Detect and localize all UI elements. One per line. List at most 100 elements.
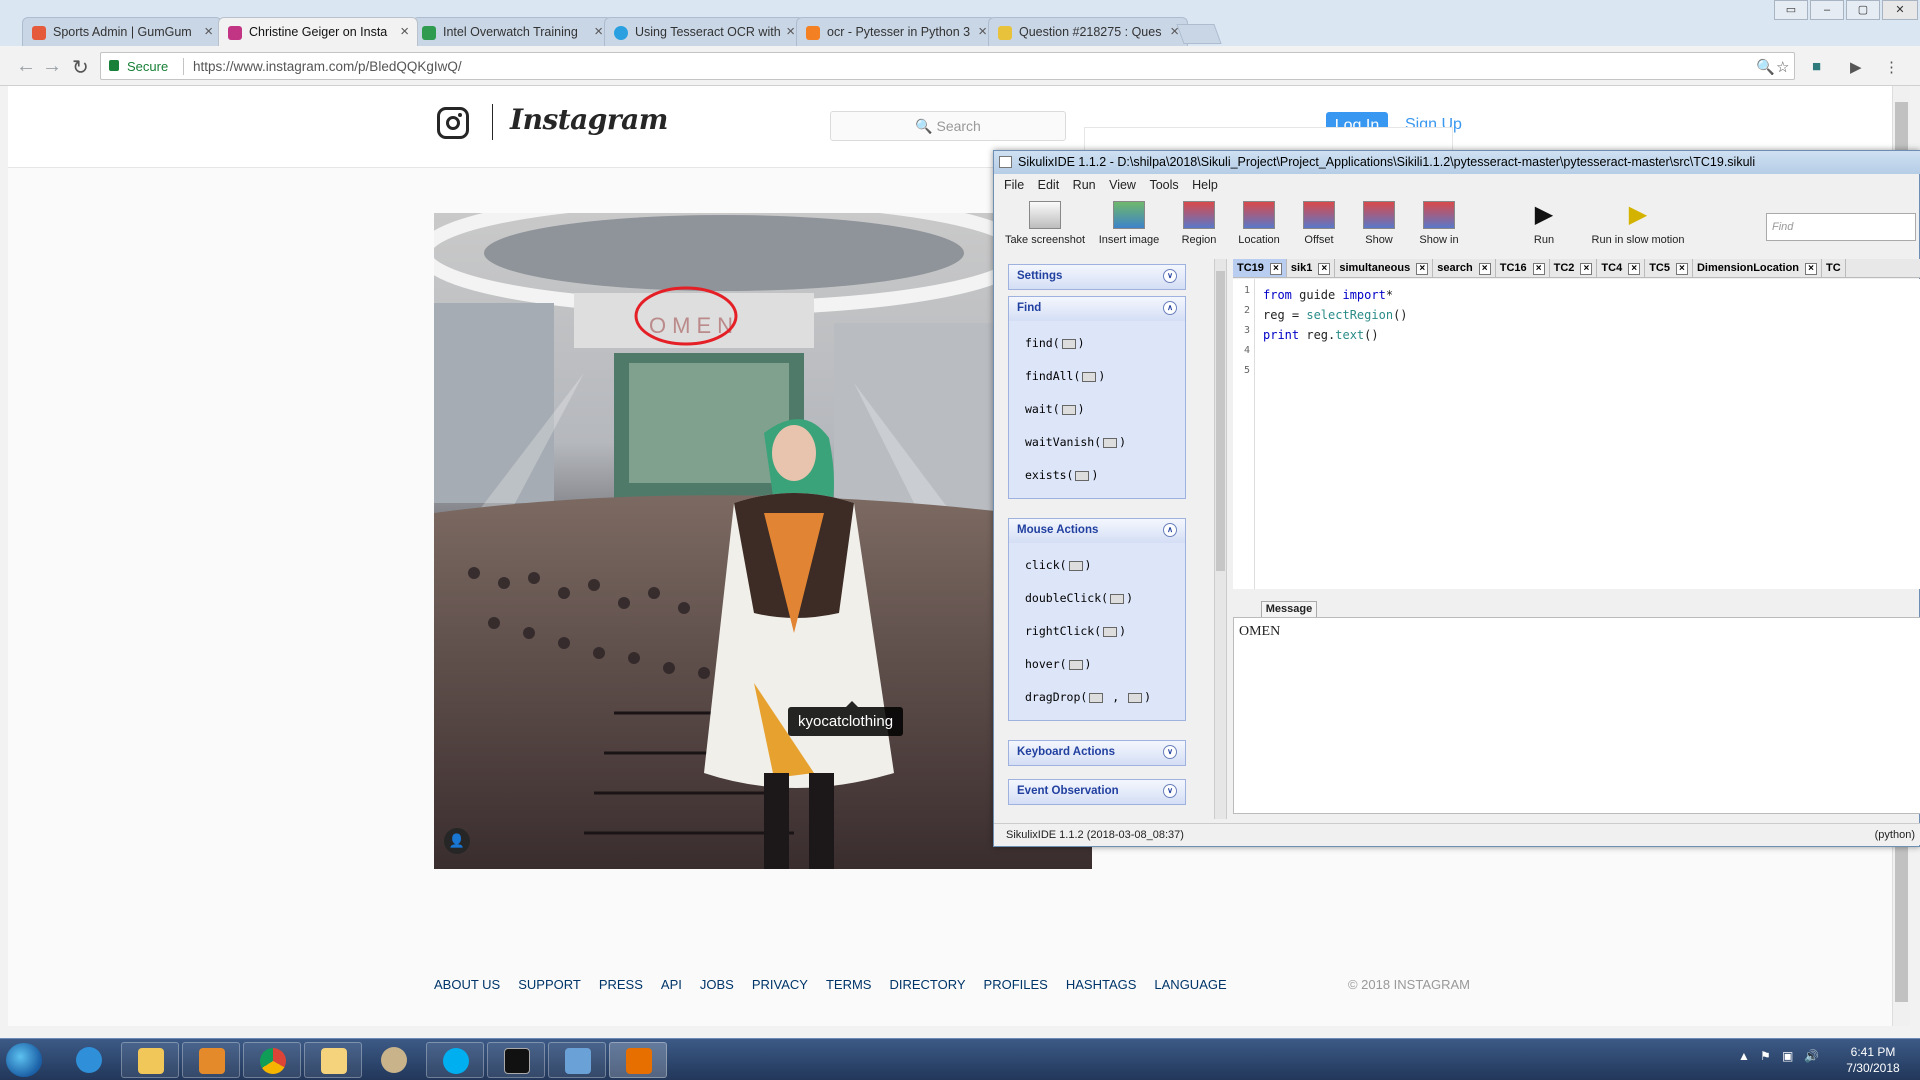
tab-tc-overflow[interactable]: TC — [1822, 259, 1846, 277]
taskbar-paint[interactable] — [365, 1042, 423, 1078]
footer-link-jobs[interactable]: JOBS — [700, 977, 734, 992]
close-tab-icon[interactable]: × — [1805, 263, 1818, 275]
tab-search[interactable]: search × — [1433, 259, 1496, 277]
reload-icon[interactable]: ↻ — [72, 55, 89, 80]
run-button[interactable]: ▶ Run — [1524, 201, 1564, 246]
location-button[interactable]: Location — [1234, 201, 1284, 246]
tab-tc19[interactable]: TC19 × — [1233, 259, 1287, 277]
menu-help[interactable]: Help — [1192, 178, 1218, 192]
minimize-button[interactable]: – — [1810, 0, 1844, 20]
tab-dimensionlocation[interactable]: DimensionLocation × — [1693, 259, 1823, 277]
tab-tc5[interactable]: TC5 × — [1645, 259, 1693, 277]
close-tab-icon[interactable]: × — [1478, 263, 1491, 275]
footer-link-privacy[interactable]: PRIVACY — [752, 977, 808, 992]
taskbar-cmd[interactable] — [487, 1042, 545, 1078]
footer-link-profiles[interactable]: PROFILES — [984, 977, 1048, 992]
user-profile-button[interactable]: ▭ — [1774, 0, 1808, 20]
footer-link-support[interactable]: SUPPORT — [518, 977, 581, 992]
forward-arrow-icon[interactable]: → — [42, 55, 62, 78]
cmd-wait[interactable]: wait() — [1025, 393, 1185, 426]
cmd-exists[interactable]: exists() — [1025, 459, 1185, 492]
offset-button[interactable]: Offset — [1294, 201, 1344, 246]
collapse-chevron-icon[interactable]: ∧ — [1163, 301, 1177, 315]
footer-link-about[interactable]: ABOUT US — [434, 977, 500, 992]
network-icon[interactable]: ▣ — [1782, 1049, 1793, 1063]
tab-close-icon[interactable]: × — [978, 23, 987, 40]
close-window-button[interactable]: ✕ — [1882, 0, 1918, 20]
photo-user-tag[interactable]: kyocatclothing — [788, 701, 904, 736]
action-center-flag-icon[interactable]: ⚑ — [1760, 1049, 1771, 1063]
new-tab-button[interactable] — [1176, 24, 1222, 44]
taskbar-clock[interactable]: 6:41 PM 7/30/2018 — [1838, 1044, 1908, 1076]
close-tab-icon[interactable]: × — [1675, 263, 1688, 275]
address-bar[interactable]: Secure https://www.instagram.com/p/BledQ… — [100, 52, 1795, 80]
taskbar-photo-viewer[interactable] — [548, 1042, 606, 1078]
code-line-1[interactable]: from guide import* — [1263, 285, 1408, 305]
menu-view[interactable]: View — [1109, 178, 1136, 192]
zoom-icon[interactable]: 🔍 — [1756, 58, 1775, 76]
tab-gumgum[interactable]: Sports Admin | GumGum × — [22, 17, 222, 46]
taskbar-explorer[interactable] — [121, 1042, 179, 1078]
menu-file[interactable]: File — [1004, 178, 1024, 192]
cmd-hover[interactable]: hover() — [1025, 648, 1185, 681]
tab-instagram[interactable]: Christine Geiger on Insta × — [218, 17, 418, 46]
show-button[interactable]: Show — [1354, 201, 1404, 246]
tab-tesseract[interactable]: Using Tesseract OCR with × — [604, 17, 804, 46]
code-line-2[interactable]: reg = selectRegion() — [1263, 305, 1408, 325]
tab-simultaneous[interactable]: simultaneous × — [1335, 259, 1434, 277]
search-input[interactable]: 🔍 Search — [830, 111, 1066, 141]
url-text[interactable]: https://www.instagram.com/p/BledQQKgIwQ/ — [193, 59, 462, 74]
footer-link-hashtags[interactable]: HASHTAGS — [1066, 977, 1137, 992]
back-arrow-icon[interactable]: ← — [16, 55, 36, 78]
code-editor[interactable]: 1 2 3 4 5 from guide import* reg = selec… — [1233, 279, 1920, 589]
keyboard-actions-panel[interactable]: Keyboard Actions ∨ — [1008, 740, 1186, 766]
show-in-button[interactable]: Show in — [1414, 201, 1464, 246]
extension-icon[interactable]: ■ — [1812, 58, 1821, 75]
close-tab-icon[interactable]: × — [1269, 263, 1282, 275]
close-tab-icon[interactable]: × — [1416, 263, 1429, 275]
sikulix-title-bar[interactable]: SikulixIDE 1.1.2 - D:\shilpa\2018\Sikuli… — [994, 151, 1920, 174]
script-code[interactable]: from guide import* reg = selectRegion() … — [1263, 285, 1408, 345]
pane-splitter[interactable] — [1226, 259, 1233, 819]
expand-chevron-icon[interactable]: ∨ — [1163, 784, 1177, 798]
scrollbar-thumb[interactable] — [1216, 271, 1225, 571]
menu-edit[interactable]: Edit — [1038, 178, 1060, 192]
taskbar-skype[interactable] — [426, 1042, 484, 1078]
bookmark-star-icon[interactable]: ☆ — [1776, 58, 1789, 76]
tab-tc4[interactable]: TC4 × — [1597, 259, 1646, 277]
taskbar-chrome[interactable] — [243, 1042, 301, 1078]
instagram-logo-icon[interactable] — [437, 107, 469, 139]
run-slow-motion-button[interactable]: ▶ Run in slow motion — [1590, 201, 1686, 246]
close-tab-icon[interactable]: × — [1628, 263, 1641, 275]
footer-link-api[interactable]: API — [661, 977, 682, 992]
tab-close-icon[interactable]: × — [400, 23, 409, 40]
region-button[interactable]: Region — [1174, 201, 1224, 246]
instagram-wordmark[interactable]: Instagram — [510, 103, 668, 136]
insert-image-button[interactable]: Insert image — [1094, 201, 1164, 246]
tagged-user-icon[interactable]: 👤 — [444, 828, 470, 854]
menu-tools[interactable]: Tools — [1149, 178, 1178, 192]
cmd-rightclick[interactable]: rightClick() — [1025, 615, 1185, 648]
footer-link-directory[interactable]: DIRECTORY — [889, 977, 965, 992]
taskbar-outlook[interactable] — [304, 1042, 362, 1078]
close-tab-icon[interactable]: × — [1532, 263, 1545, 275]
command-panel-scrollbar[interactable] — [1214, 259, 1226, 819]
settings-panel[interactable]: Settings ∨ — [1008, 264, 1186, 290]
footer-link-terms[interactable]: TERMS — [826, 977, 872, 992]
cmd-click[interactable]: click() — [1025, 549, 1185, 582]
cmd-waitvanish[interactable]: waitVanish() — [1025, 426, 1185, 459]
expand-chevron-icon[interactable]: ∨ — [1163, 745, 1177, 759]
maximize-button[interactable]: ▢ — [1846, 0, 1880, 20]
show-hidden-icons-icon[interactable]: ▲ — [1738, 1049, 1750, 1063]
footer-link-press[interactable]: PRESS — [599, 977, 643, 992]
message-tab[interactable]: Message — [1261, 601, 1317, 617]
expand-chevron-icon[interactable]: ∨ — [1163, 269, 1177, 283]
cmd-dragdrop[interactable]: dragDrop( , ) — [1025, 681, 1185, 714]
menu-run[interactable]: Run — [1073, 178, 1096, 192]
take-screenshot-button[interactable]: Take screenshot — [1004, 201, 1086, 246]
tab-tc16[interactable]: TC16 × — [1496, 259, 1550, 277]
cmd-find[interactable]: find() — [1025, 327, 1185, 360]
event-observation-panel[interactable]: Event Observation ∨ — [1008, 779, 1186, 805]
cast-icon[interactable]: ▶ — [1850, 58, 1862, 76]
tab-close-icon[interactable]: × — [204, 23, 213, 40]
